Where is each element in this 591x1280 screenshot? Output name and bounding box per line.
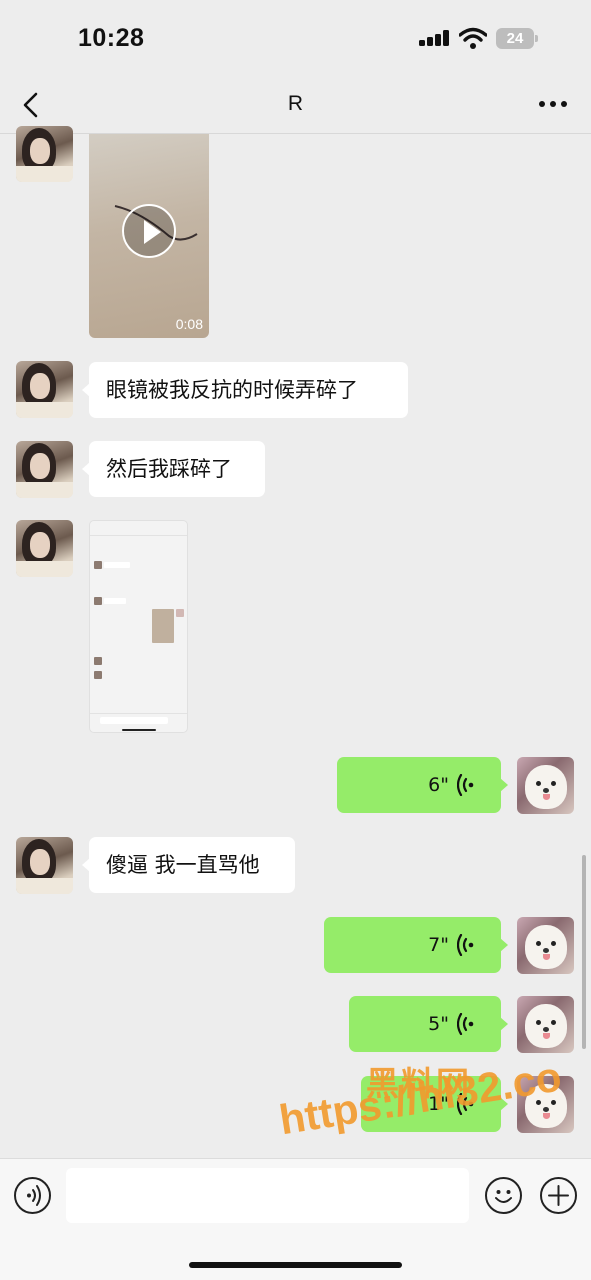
- contact-avatar[interactable]: [16, 361, 73, 418]
- voice-duration: 7": [428, 934, 449, 956]
- message-input[interactable]: [66, 1168, 469, 1223]
- my-avatar[interactable]: [517, 917, 574, 974]
- contact-avatar[interactable]: [16, 837, 73, 894]
- voice-message[interactable]: 6": [337, 757, 508, 813]
- voice-wave-icon: [457, 1013, 474, 1035]
- battery-icon: 24: [496, 28, 538, 49]
- voice-wave-icon: [457, 934, 474, 956]
- voice-wave-icon: [457, 774, 474, 796]
- more-dots-icon[interactable]: [539, 101, 567, 107]
- wifi-icon: [459, 27, 487, 49]
- contact-avatar[interactable]: [16, 126, 73, 182]
- home-indicator[interactable]: [189, 1262, 402, 1268]
- contact-avatar[interactable]: [16, 520, 73, 577]
- signal-icon: [419, 30, 451, 46]
- chat-title: R: [287, 92, 304, 115]
- contact-avatar[interactable]: [16, 441, 73, 498]
- voice-duration: 5": [428, 1013, 449, 1035]
- text-message[interactable]: 然后我踩碎了: [82, 441, 265, 497]
- emoji-icon[interactable]: [485, 1177, 522, 1214]
- nav-bar: R: [0, 80, 591, 134]
- video-duration: 0:08: [175, 316, 203, 332]
- voice-message[interactable]: 5": [349, 996, 508, 1052]
- my-avatar[interactable]: [517, 996, 574, 1053]
- text-message[interactable]: 眼镜被我反抗的时候弄碎了: [82, 362, 408, 418]
- voice-message[interactable]: 7": [324, 917, 508, 973]
- video-message[interactable]: 0:08: [89, 134, 209, 338]
- play-icon[interactable]: [122, 204, 176, 258]
- plus-icon[interactable]: [540, 1177, 577, 1214]
- status-time: 10:28: [78, 24, 145, 52]
- status-bar: 10:28 24: [0, 0, 591, 80]
- scrollbar[interactable]: [582, 855, 586, 1049]
- image-message[interactable]: [89, 520, 188, 733]
- my-avatar[interactable]: [517, 757, 574, 814]
- text-message[interactable]: 傻逼 我一直骂他: [82, 837, 295, 893]
- voice-duration: 6": [428, 774, 449, 796]
- voice-toggle-icon[interactable]: [14, 1177, 51, 1214]
